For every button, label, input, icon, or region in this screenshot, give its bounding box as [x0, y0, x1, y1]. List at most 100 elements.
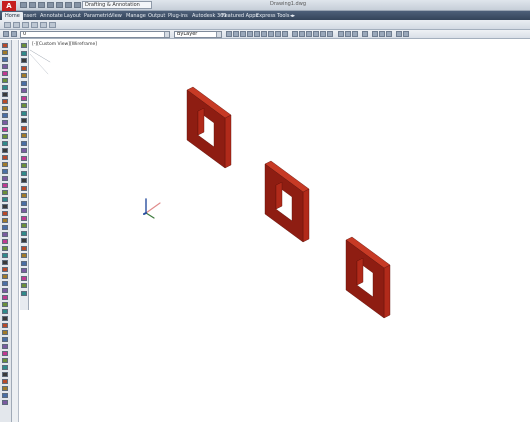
- fillet-tool-icon[interactable]: [2, 211, 8, 216]
- insert-tool-icon[interactable]: [2, 358, 8, 363]
- arc-tool-icon[interactable]: [2, 274, 8, 279]
- polyline-tool-icon[interactable]: [2, 50, 8, 55]
- block-tool-icon[interactable]: [2, 141, 8, 146]
- pan-icon[interactable]: [233, 31, 239, 37]
- zoom-previous-icon[interactable]: [254, 31, 260, 37]
- spline-tool-icon[interactable]: [2, 295, 8, 300]
- mirror-tool-icon[interactable]: [2, 183, 8, 188]
- array-tool-icon[interactable]: [2, 232, 8, 237]
- move-tool-icon[interactable]: [2, 365, 8, 370]
- view-top-icon[interactable]: [345, 31, 351, 37]
- redo-icon[interactable]: [74, 2, 81, 8]
- arc-tool-icon[interactable]: [21, 290, 27, 296]
- tab-featured-apps[interactable]: Featured Apps: [222, 12, 258, 20]
- region-tool-icon[interactable]: [2, 323, 8, 328]
- block-tool-icon[interactable]: [21, 148, 27, 153]
- polyline-tool-icon[interactable]: [21, 50, 27, 56]
- line-tool-icon[interactable]: [2, 253, 8, 258]
- polygon-tool-icon[interactable]: [2, 78, 8, 83]
- mirror-tool-icon[interactable]: [2, 393, 8, 398]
- line-tool-icon[interactable]: [21, 43, 27, 48]
- insert-tool-icon[interactable]: [2, 148, 8, 153]
- ribbon-minimize-icon[interactable]: ◂▸: [290, 12, 295, 20]
- point-tool-icon[interactable]: [21, 140, 27, 146]
- layer-state-icon[interactable]: [11, 31, 17, 37]
- polygon-tool-icon[interactable]: [21, 80, 27, 86]
- tab-manage[interactable]: Manage: [126, 12, 146, 20]
- move-tool-icon[interactable]: [21, 163, 27, 168]
- break-tool-icon[interactable]: [21, 260, 27, 266]
- gradient-tool-icon[interactable]: [21, 110, 27, 116]
- table-tool-icon[interactable]: [2, 120, 8, 125]
- frame-side-face[interactable]: [302, 188, 310, 243]
- explode-tool-icon[interactable]: [2, 225, 8, 230]
- explode-tool-icon[interactable]: [21, 238, 27, 243]
- list-icon[interactable]: [313, 31, 319, 37]
- distance-icon[interactable]: [292, 31, 298, 37]
- polyline-tool-icon[interactable]: [13, 22, 20, 28]
- table-tool-icon[interactable]: [2, 330, 8, 335]
- workspace-dropdown[interactable]: Drafting & Annotation: [82, 1, 152, 9]
- rectangle-tool-icon[interactable]: [2, 71, 8, 76]
- save-icon[interactable]: [38, 2, 45, 8]
- scale-tool-icon[interactable]: [2, 176, 8, 181]
- block-tool-icon[interactable]: [2, 351, 8, 356]
- tab-view[interactable]: View: [110, 12, 122, 20]
- array-tool-icon[interactable]: [21, 245, 27, 251]
- hatch-tool-icon[interactable]: [2, 99, 8, 104]
- frame-hole-face[interactable]: [275, 181, 283, 210]
- insert-tool-icon[interactable]: [21, 155, 27, 161]
- polyline-tool-icon[interactable]: [21, 275, 27, 281]
- hatch-tool-icon[interactable]: [2, 309, 8, 314]
- scale-tool-icon[interactable]: [2, 386, 8, 391]
- rectangle-tool-icon[interactable]: [21, 73, 27, 78]
- line-tool-icon[interactable]: [21, 268, 27, 273]
- tab-layout[interactable]: Layout: [64, 12, 81, 20]
- copy-tool-icon[interactable]: [21, 170, 27, 176]
- rotate-tool-icon[interactable]: [2, 169, 8, 174]
- ellipse-tool-icon[interactable]: [21, 95, 27, 101]
- mirror-tool-icon[interactable]: [21, 193, 27, 198]
- hatch-tool-icon[interactable]: [21, 103, 27, 108]
- text-tool-icon[interactable]: [2, 127, 8, 132]
- region-tool-icon[interactable]: [21, 118, 27, 123]
- circle-tool-icon[interactable]: [2, 267, 8, 272]
- ellipse-tool-icon[interactable]: [2, 92, 8, 97]
- render-icon[interactable]: [372, 31, 378, 37]
- tool-palettes-icon[interactable]: [275, 31, 281, 37]
- tab-output[interactable]: Output: [148, 12, 165, 20]
- tab-plug-ins[interactable]: Plug-ins: [168, 12, 188, 20]
- match-properties-icon[interactable]: [226, 31, 232, 37]
- tab-express-tools[interactable]: Express Tools: [256, 12, 289, 20]
- drawing-canvas[interactable]: [-][Custom View][Wireframe]: [30, 40, 530, 422]
- frame-hole-face[interactable]: [197, 107, 205, 136]
- gradient-tool-icon[interactable]: [2, 316, 8, 321]
- region-icon[interactable]: [306, 31, 312, 37]
- sheet-set-icon[interactable]: [282, 31, 288, 37]
- viewport-controls[interactable]: [-][Custom View][Wireframe]: [32, 42, 97, 47]
- area-icon[interactable]: [299, 31, 305, 37]
- zoom-window-icon[interactable]: [247, 31, 253, 37]
- help-icon[interactable]: [403, 31, 409, 37]
- color-dropdown[interactable]: ByLayer: [174, 31, 222, 38]
- extend-tool-icon[interactable]: [21, 215, 27, 221]
- undo-icon[interactable]: [65, 2, 72, 8]
- application-menu-button[interactable]: A: [2, 1, 16, 11]
- stretch-tool-icon[interactable]: [21, 253, 27, 258]
- rectangle-tool-icon[interactable]: [40, 22, 47, 28]
- properties-icon[interactable]: [261, 31, 267, 37]
- text-tool-icon[interactable]: [2, 337, 8, 342]
- chamfer-tool-icon[interactable]: [2, 218, 8, 223]
- tab-home[interactable]: Home: [2, 12, 23, 20]
- open-file-icon[interactable]: [29, 2, 36, 8]
- id-point-icon[interactable]: [320, 31, 326, 37]
- layer-properties-icon[interactable]: [3, 31, 9, 37]
- region-tool-icon[interactable]: [2, 113, 8, 118]
- offset-tool-icon[interactable]: [2, 400, 8, 405]
- plot-icon[interactable]: [56, 2, 63, 8]
- copy-tool-icon[interactable]: [2, 372, 8, 377]
- materials-icon[interactable]: [379, 31, 385, 37]
- save-as-icon[interactable]: [47, 2, 54, 8]
- gradient-tool-icon[interactable]: [2, 106, 8, 111]
- text-tool-icon[interactable]: [21, 133, 27, 138]
